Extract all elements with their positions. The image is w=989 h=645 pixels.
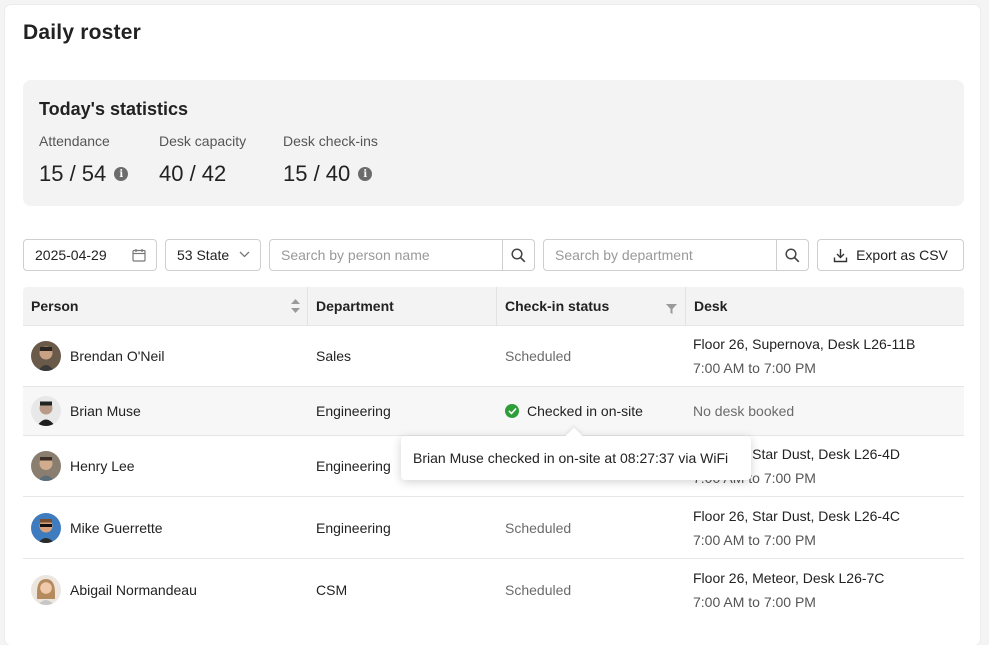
search-icon (785, 247, 800, 263)
department-search (543, 239, 809, 271)
location-select[interactable]: 53 State (165, 239, 261, 271)
export-label: Export as CSV (856, 247, 948, 263)
check-circle-icon (505, 404, 519, 418)
date-value: 2025-04-29 (35, 247, 107, 263)
table-row[interactable]: Mike Guerrette Engineering Scheduled Flo… (23, 496, 964, 558)
desk-location: Floor 26, Supernova, Desk L26-11B (693, 336, 916, 352)
stat-label: Attendance (39, 133, 110, 149)
column-header-department: Department (307, 287, 496, 325)
person-name: Henry Lee (70, 458, 135, 474)
filter-icon[interactable] (666, 301, 677, 317)
department: Sales (316, 348, 352, 364)
desk-location: Floor 26, Star Dust, Desk L26-4C (693, 507, 900, 524)
stat-label: Desk check-ins (283, 133, 378, 149)
stat-value: 15 / 40 (283, 161, 351, 186)
person-name: Brendan O'Neil (70, 348, 165, 364)
stat-value: 15 / 54 (39, 161, 107, 186)
table-row[interactable]: Brian Muse Engineering Checked in on-sit… (23, 386, 964, 435)
table-row[interactable]: Abigail Normandeau CSM Scheduled Floor 2… (23, 558, 964, 620)
checkin-status: Scheduled (505, 348, 572, 364)
person-name: Brian Muse (70, 403, 141, 419)
department: Engineering (316, 458, 391, 474)
person-name: Abigail Normandeau (70, 581, 197, 598)
avatar (31, 396, 61, 426)
column-label: Department (316, 298, 394, 314)
table-row[interactable]: Brendan O'Neil Sales Scheduled Floor 26,… (23, 325, 964, 386)
person-search-button[interactable] (502, 240, 534, 270)
column-label: Desk (694, 298, 728, 314)
department-search-input[interactable] (544, 241, 776, 269)
date-picker[interactable]: 2025-04-29 (23, 239, 157, 271)
stat-value: 40 / 42 (159, 161, 227, 186)
desk-time: 7:00 AM to 7:00 PM (693, 531, 816, 548)
column-header-checkin-status: Check-in status (496, 287, 685, 325)
download-icon (833, 248, 848, 263)
column-label: Check-in status (505, 298, 610, 314)
person-search-input[interactable] (270, 241, 502, 269)
stat-desk-checkins: Desk check-ins 15 / 40 i (283, 133, 378, 187)
chevron-down-icon (239, 249, 250, 261)
stat-attendance: Attendance 15 / 54 i (39, 133, 129, 187)
column-label: Person (31, 298, 79, 314)
calendar-icon (132, 248, 146, 262)
desk-location: No desk booked (693, 403, 795, 419)
checkin-tooltip: Brian Muse checked in on-site at 08:27:3… (401, 436, 751, 480)
desk-time: 7:00 AM to 7:00 PM (693, 593, 816, 610)
desk-time: 7:00 AM to 7:00 PM (693, 360, 816, 376)
column-header-desk: Desk (685, 287, 964, 325)
export-csv-button[interactable]: Export as CSV (817, 239, 964, 271)
avatar (31, 512, 61, 543)
stat-desk-capacity: Desk capacity 40 / 42 (159, 133, 246, 187)
person-name: Mike Guerrette (70, 519, 163, 536)
checkin-status: Scheduled (505, 581, 572, 598)
column-header-person[interactable]: Person (23, 287, 307, 325)
department-search-button[interactable] (776, 240, 808, 270)
checkin-status: Scheduled (505, 519, 572, 536)
avatar (31, 341, 61, 371)
statistics-title: Today's statistics (39, 99, 189, 119)
tooltip-text: Brian Muse checked in on-site at 08:27:3… (413, 450, 729, 466)
search-icon (511, 247, 526, 263)
statistics-panel: Today's statistics Attendance 15 / 54 i … (23, 80, 964, 206)
department: CSM (316, 581, 348, 598)
stat-label: Desk capacity (159, 133, 247, 149)
department: Engineering (316, 519, 391, 536)
page-title: Daily roster (23, 21, 141, 44)
avatar (31, 451, 61, 481)
location-value: 53 State (177, 247, 230, 263)
info-icon[interactable]: i (114, 167, 129, 181)
avatar (31, 574, 61, 605)
sort-icon[interactable] (291, 299, 300, 313)
info-icon[interactable]: i (358, 167, 373, 181)
table-header: Person Department Check-in status Desk (23, 287, 964, 325)
person-search (269, 239, 535, 271)
checkin-status[interactable]: Checked in on-site (527, 403, 643, 419)
desk-location: Floor 26, Meteor, Desk L26-7C (693, 569, 885, 586)
department: Engineering (316, 403, 391, 419)
